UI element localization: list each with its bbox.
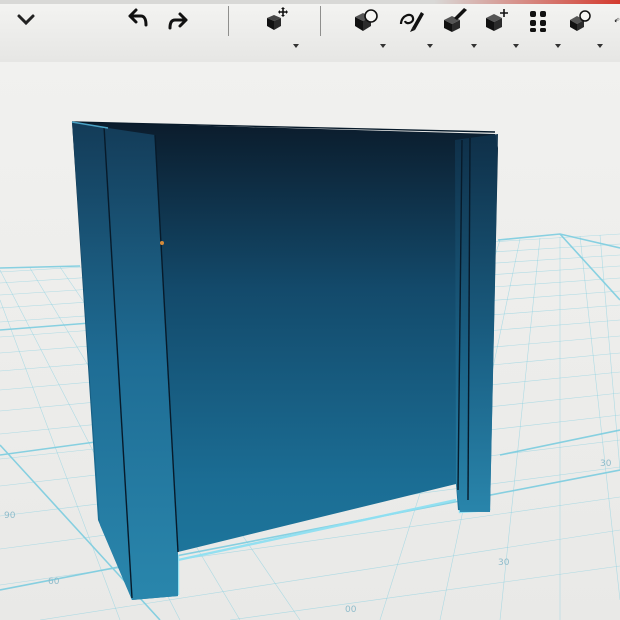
grid-label: 60 — [48, 577, 60, 587]
group-cube-icon — [570, 10, 591, 31]
grid-label: 90 — [4, 511, 16, 521]
model-marker — [160, 241, 164, 245]
app-window: 90 60 30 00 30 — [0, 0, 620, 620]
modify-dropdown-indicator — [513, 44, 519, 48]
sketch-dropdown-indicator — [427, 44, 433, 48]
sketch-pencil-icon — [399, 12, 424, 32]
grid-label: 30 — [600, 459, 612, 469]
pattern-button[interactable] — [520, 2, 556, 38]
construct-button[interactable] — [436, 2, 472, 38]
main-toolbar — [0, 0, 620, 63]
snap-icon — [614, 17, 620, 23]
sketch-button[interactable] — [392, 2, 428, 38]
move-dropdown-indicator — [293, 44, 299, 48]
construct-dropdown-indicator — [471, 44, 477, 48]
redo-button[interactable] — [162, 2, 198, 38]
redo-arrow-icon — [168, 12, 188, 30]
pattern-grid-icon — [530, 11, 546, 32]
undo-arrow-icon — [128, 8, 148, 27]
move-object-icon — [267, 7, 288, 30]
primitives-button[interactable] — [347, 2, 383, 38]
grid-label: 30 — [498, 558, 510, 568]
grid-label: 00 — [345, 605, 357, 615]
frame-model[interactable] — [71, 121, 498, 600]
menu-button[interactable] — [8, 2, 44, 38]
viewport-scene: 90 60 30 00 30 — [0, 121, 620, 620]
toolbar-separator — [228, 6, 229, 36]
modify-cube-icon — [486, 9, 508, 31]
group-button[interactable] — [562, 2, 598, 38]
snap-button[interactable] — [600, 2, 620, 38]
3d-viewport[interactable]: 90 60 30 00 30 — [0, 62, 620, 620]
construct-brush-icon — [444, 8, 467, 32]
primitive-cube-icon — [355, 9, 378, 31]
modify-button[interactable] — [478, 2, 514, 38]
primitives-dropdown-indicator — [380, 44, 386, 48]
chevron-down-icon — [17, 14, 35, 26]
window-top-edge — [0, 0, 620, 4]
pattern-dropdown-indicator — [555, 44, 561, 48]
undo-button[interactable] — [118, 2, 154, 38]
group-dropdown-indicator — [597, 44, 603, 48]
move-button[interactable] — [258, 2, 294, 38]
toolbar-separator — [320, 6, 321, 36]
